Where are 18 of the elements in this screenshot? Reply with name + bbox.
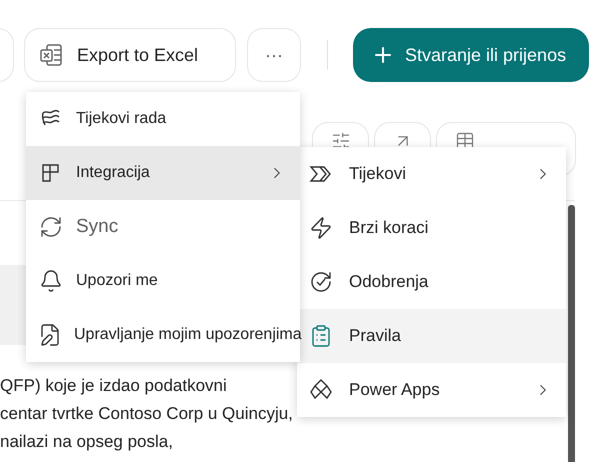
- more-button[interactable]: ···: [247, 28, 301, 82]
- bell-icon: [39, 269, 63, 293]
- submenu-item[interactable]: Power Apps: [297, 363, 566, 417]
- lightning-icon: [309, 216, 333, 240]
- export-button[interactable]: Export to Excel: [24, 28, 236, 82]
- excel-icon: [39, 43, 63, 67]
- menu-item[interactable]: Integracija: [26, 146, 300, 200]
- body-text-line: nailazi na opseg posla,: [0, 431, 174, 453]
- submenu-item[interactable]: Tijekovi: [297, 147, 566, 201]
- create-button[interactable]: Stvaranje ili prijenos: [353, 28, 589, 82]
- menu-item[interactable]: Upravljanje mojim upozorenjima: [26, 308, 300, 362]
- sync-icon: [39, 215, 63, 239]
- body-text-line: QFP) koje je izdao podatkovni: [0, 375, 228, 397]
- body-text-line: centar tvrtke Contoso Corp u Quincyju,: [0, 403, 293, 425]
- diamonds-icon: [309, 378, 333, 402]
- menu-item[interactable]: Upozori me: [26, 254, 300, 308]
- refresh-check-icon: [309, 270, 333, 294]
- menu-item[interactable]: Tijekovi rada: [26, 92, 300, 146]
